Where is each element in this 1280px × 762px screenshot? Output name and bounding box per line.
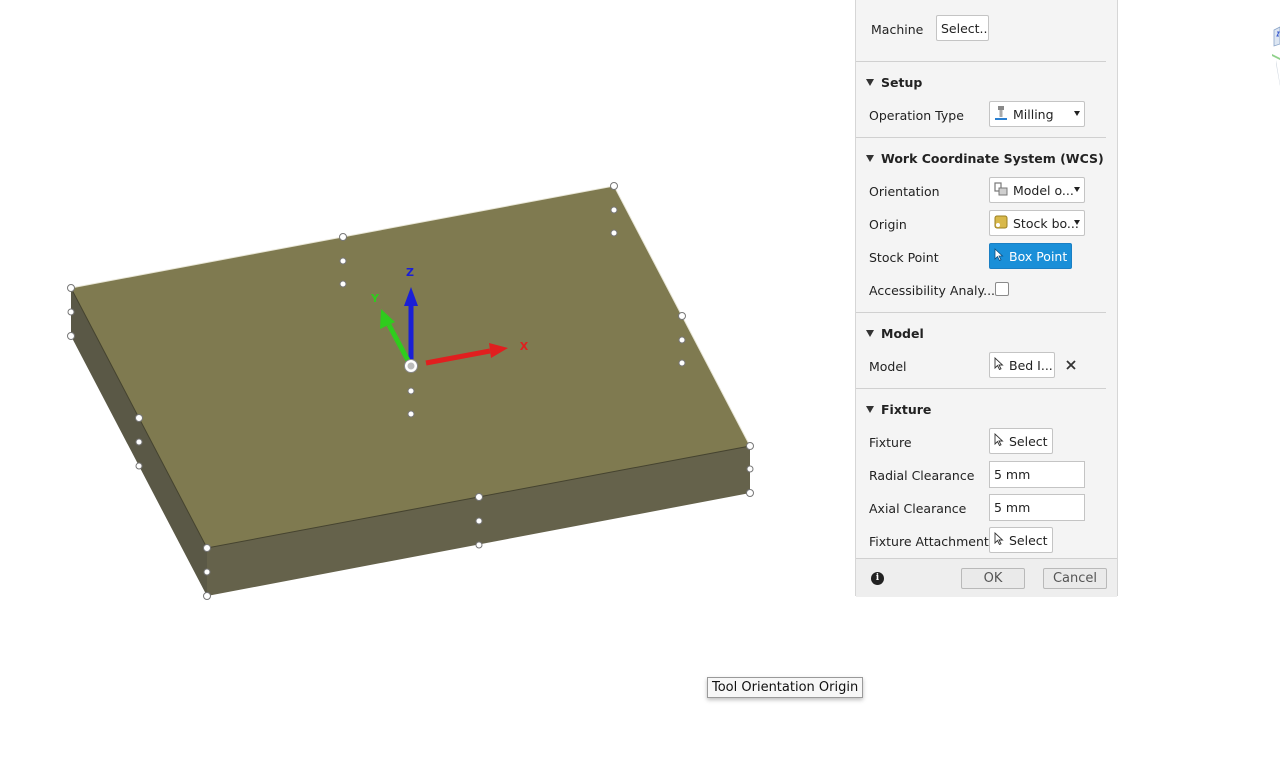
setup-panel: Machine Select... Setup Operation Type M…: [855, 0, 1118, 597]
model-label: Model: [869, 359, 907, 374]
divider: [856, 388, 1106, 389]
machine-label: Machine: [871, 22, 924, 37]
axial-clearance-label: Axial Clearance: [869, 501, 967, 516]
operation-type-label: Operation Type: [869, 108, 964, 123]
axis-x-label: X: [520, 340, 529, 353]
origin-dropdown[interactable]: Stock bo...: [989, 210, 1085, 236]
chevron-down-icon: [1074, 111, 1080, 116]
clear-model-icon[interactable]: [1065, 357, 1077, 371]
fixture-attachment-label: Fixture Attachment: [869, 534, 989, 549]
model-select-button[interactable]: Bed I...: [989, 352, 1055, 378]
fixture-select-button[interactable]: Select: [989, 428, 1053, 454]
axis-y-label: Y: [370, 292, 380, 305]
fixture-attachment-select-button[interactable]: Select: [989, 527, 1053, 553]
stock-point-label: Stock Point: [869, 250, 939, 265]
cursor-arrow-icon: [994, 432, 1004, 449]
divider: [856, 137, 1106, 138]
view-cube-icon[interactable]: [1262, 24, 1280, 114]
milling-icon: [994, 105, 1008, 124]
section-model[interactable]: Model: [866, 326, 924, 341]
stock-box-icon: [994, 215, 1008, 232]
radial-clearance-input[interactable]: 5 mm: [989, 461, 1085, 488]
operation-type-dropdown[interactable]: Milling: [989, 101, 1085, 127]
dialog-footer: i OK Cancel: [856, 558, 1117, 597]
section-setup[interactable]: Setup: [866, 75, 922, 90]
chevron-down-icon: [1074, 220, 1080, 225]
radial-clearance-label: Radial Clearance: [869, 468, 975, 483]
tooltip: Tool Orientation Origin: [707, 677, 864, 698]
axis-z-label: Z: [406, 266, 414, 279]
section-fixture[interactable]: Fixture: [866, 402, 931, 417]
collapse-triangle-icon: [866, 155, 874, 162]
orientation-dropdown[interactable]: Model o...: [989, 177, 1085, 203]
fixture-label: Fixture: [869, 435, 912, 450]
section-wcs[interactable]: Work Coordinate System (WCS): [866, 151, 1104, 166]
accessibility-analysis-label: Accessibility Analy...: [869, 283, 996, 298]
divider: [856, 312, 1106, 313]
chevron-down-icon: [1074, 187, 1080, 192]
ok-button[interactable]: OK: [961, 568, 1025, 589]
origin-label: Origin: [869, 217, 907, 232]
collapse-triangle-icon: [866, 406, 874, 413]
collapse-triangle-icon: [866, 330, 874, 337]
box-point-button[interactable]: Box Point: [989, 243, 1072, 269]
cursor-arrow-icon: [994, 248, 1004, 264]
cursor-arrow-icon: [994, 531, 1004, 548]
orientation-icon: [994, 181, 1008, 199]
collapse-triangle-icon: [866, 79, 874, 86]
axial-clearance-input[interactable]: 5 mm: [989, 494, 1085, 521]
orientation-label: Orientation: [869, 184, 940, 199]
machine-select-button[interactable]: Select...: [936, 15, 989, 41]
info-icon[interactable]: i: [871, 572, 884, 585]
accessibility-analysis-checkbox[interactable]: [995, 282, 1009, 296]
cursor-arrow-icon: [994, 356, 1004, 373]
cancel-button[interactable]: Cancel: [1043, 568, 1107, 589]
divider: [856, 61, 1106, 62]
